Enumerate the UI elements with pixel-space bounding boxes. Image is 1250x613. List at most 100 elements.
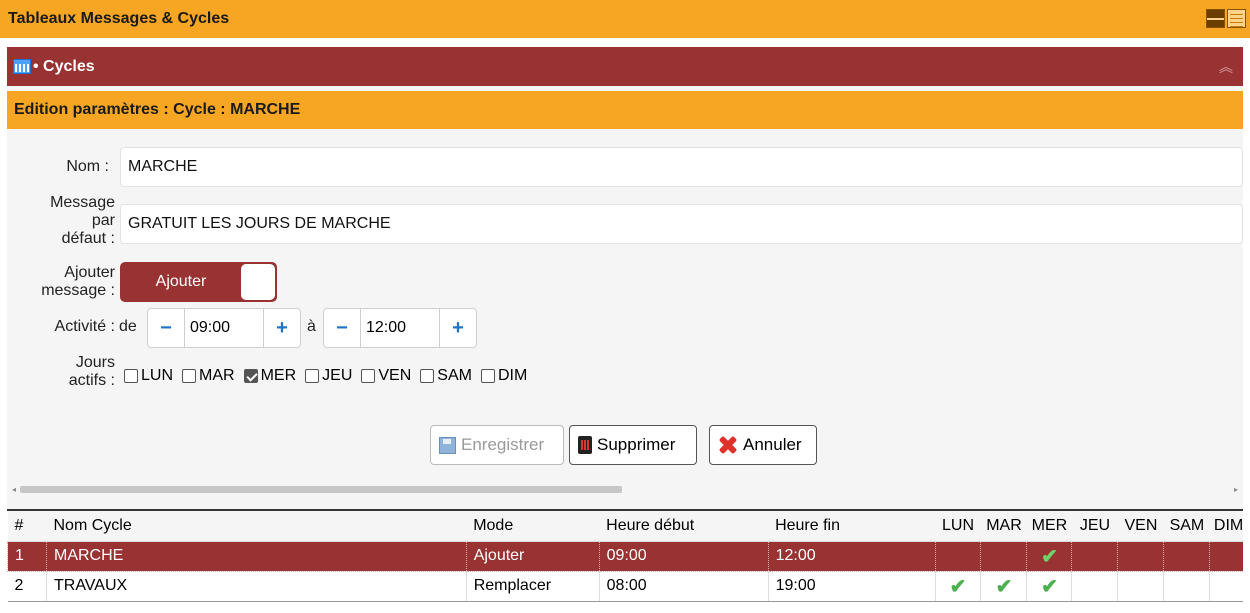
- start-time-spinner: − 09:00 +: [147, 308, 301, 348]
- day-checkbox-ven[interactable]: VEN: [361, 367, 411, 385]
- toggle-on-label: Ajouter: [155, 273, 207, 290]
- row-end: 12:00: [767, 541, 935, 572]
- message-label-line3: défaut :: [61, 230, 115, 247]
- end-time-increment-button[interactable]: +: [440, 309, 476, 347]
- col-header-start[interactable]: Heure début: [599, 511, 769, 542]
- message-label: Message par défaut :: [50, 194, 115, 248]
- jours-label-line2: actifs :: [68, 372, 115, 389]
- day-checkbox-mar[interactable]: MAR: [182, 367, 235, 385]
- day-label: SAM: [437, 367, 472, 384]
- edit-title: Edition paramètres : Cycle : MARCHE: [14, 101, 301, 118]
- day-label: VEN: [378, 367, 412, 384]
- jours-actifs-label: Jours actifs :: [69, 354, 115, 390]
- de-label: de: [119, 318, 137, 335]
- day-checkbox-sam[interactable]: SAM: [420, 367, 472, 385]
- trash-icon: [578, 436, 592, 454]
- app-header-bar: Tableaux Messages & Cycles: [0, 0, 1250, 38]
- cancel-x-icon: [718, 435, 738, 455]
- horizontal-scrollbar[interactable]: ◂ ▸: [12, 485, 1238, 494]
- col-header-sam[interactable]: SAM: [1163, 511, 1210, 542]
- nom-input[interactable]: MARCHE: [120, 147, 1243, 187]
- day-checkbox-jeu[interactable]: JEU: [305, 367, 352, 385]
- default-message-input[interactable]: GRATUIT LES JOURS DE MARCHE: [120, 204, 1243, 244]
- table-row[interactable]: 1 MARCHE Ajouter 09:00 12:00 ✔: [7, 541, 1243, 572]
- scroll-right-arrow-icon[interactable]: ▸: [1234, 485, 1238, 494]
- cycles-table: # Nom Cycle Mode Heure début Heure fin L…: [7, 511, 1243, 602]
- message-label-line1: Message: [50, 194, 115, 211]
- row-day-sam: [1163, 571, 1210, 602]
- collapse-chevron-icon[interactable]: ︽: [1219, 57, 1233, 77]
- table-row[interactable]: 2 TRAVAUX Remplacer 08:00 19:00 ✔ ✔ ✔: [7, 571, 1243, 602]
- day-checkbox-lun[interactable]: LUN: [124, 367, 173, 385]
- row-day-lun-check-icon: ✔: [934, 571, 981, 602]
- checkbox-box[interactable]: [361, 369, 376, 383]
- row-start: 08:00: [598, 571, 769, 602]
- ajouter-message-label: Ajouter message :: [41, 264, 115, 300]
- split-layout-icon[interactable]: [1206, 9, 1225, 28]
- col-header-mar[interactable]: MAR: [980, 511, 1027, 542]
- row-day-lun: [934, 541, 981, 572]
- start-time-input[interactable]: 09:00: [184, 309, 264, 347]
- save-button[interactable]: Enregistrer: [430, 425, 564, 465]
- save-button-label: Enregistrer: [461, 435, 545, 454]
- row-name: MARCHE: [45, 541, 467, 572]
- start-time-increment-button[interactable]: +: [264, 309, 300, 347]
- col-header-end[interactable]: Heure fin: [768, 511, 935, 542]
- day-label: MAR: [199, 367, 235, 384]
- row-number: 2: [7, 571, 47, 602]
- cancel-button[interactable]: Annuler: [709, 425, 817, 465]
- ajouter-message-toggle[interactable]: Ajouter: [120, 262, 277, 302]
- checkbox-box[interactable]: [124, 369, 138, 383]
- checkbox-box[interactable]: [480, 369, 495, 383]
- row-end: 19:00: [767, 571, 935, 602]
- layout-switcher: [1206, 9, 1246, 28]
- list-layout-icon[interactable]: [1227, 9, 1246, 28]
- day-label: JEU: [322, 367, 353, 384]
- row-mode: Remplacer: [465, 571, 600, 602]
- row-day-jeu: [1071, 541, 1118, 572]
- cancel-button-label: Annuler: [743, 435, 802, 454]
- row-day-mar: [980, 541, 1027, 572]
- row-day-mar-check-icon: ✔: [980, 571, 1027, 602]
- col-header-mer[interactable]: MER: [1026, 511, 1072, 542]
- col-header-lun[interactable]: LUN: [935, 511, 981, 542]
- a-label: à: [307, 318, 316, 335]
- cycles-panel-header[interactable]: • Cycles ︽: [7, 47, 1243, 86]
- col-header-number[interactable]: #: [7, 511, 47, 542]
- jours-label-line1: Jours: [75, 354, 115, 371]
- start-time-decrement-button[interactable]: −: [148, 309, 184, 347]
- row-number: 1: [7, 541, 47, 572]
- message-label-line2: par: [91, 212, 115, 229]
- checkbox-box-checked[interactable]: [243, 369, 258, 383]
- end-time-decrement-button[interactable]: −: [324, 309, 360, 347]
- col-header-jeu[interactable]: JEU: [1071, 511, 1118, 542]
- day-checkbox-mer[interactable]: MER: [243, 367, 297, 385]
- row-day-ven: [1117, 571, 1164, 602]
- day-checkbox-dim[interactable]: DIM: [480, 367, 528, 385]
- col-header-dim[interactable]: DIM: [1209, 511, 1243, 542]
- edit-header-bar: Edition paramètres : Cycle : MARCHE: [7, 91, 1243, 129]
- checkbox-box[interactable]: [305, 369, 320, 383]
- row-day-mer-check-icon: ✔: [1026, 571, 1072, 602]
- row-day-sam: [1163, 541, 1210, 572]
- day-label: DIM: [497, 367, 528, 384]
- scrollbar-thumb[interactable]: [20, 486, 622, 493]
- nom-label: Nom :: [66, 158, 109, 175]
- app-title: Tableaux Messages & Cycles: [8, 10, 230, 27]
- row-name: TRAVAUX: [45, 571, 467, 602]
- day-label: MER: [260, 367, 297, 384]
- col-header-name[interactable]: Nom Cycle: [46, 511, 467, 542]
- end-time-input[interactable]: 12:00: [360, 309, 440, 347]
- activite-label: Activité :: [54, 318, 115, 335]
- col-header-ven[interactable]: VEN: [1117, 511, 1164, 542]
- end-time-spinner: − 12:00 +: [323, 308, 477, 348]
- checkbox-box[interactable]: [420, 369, 435, 383]
- checkbox-box[interactable]: [182, 369, 197, 383]
- scroll-left-arrow-icon[interactable]: ◂: [12, 485, 16, 494]
- floppy-disk-icon: [439, 436, 456, 454]
- row-day-dim: [1209, 541, 1243, 572]
- ajouter-label-line2: message :: [41, 282, 115, 299]
- delete-button[interactable]: Supprimer: [569, 425, 697, 465]
- col-header-mode[interactable]: Mode: [466, 511, 600, 542]
- row-start: 09:00: [598, 541, 769, 572]
